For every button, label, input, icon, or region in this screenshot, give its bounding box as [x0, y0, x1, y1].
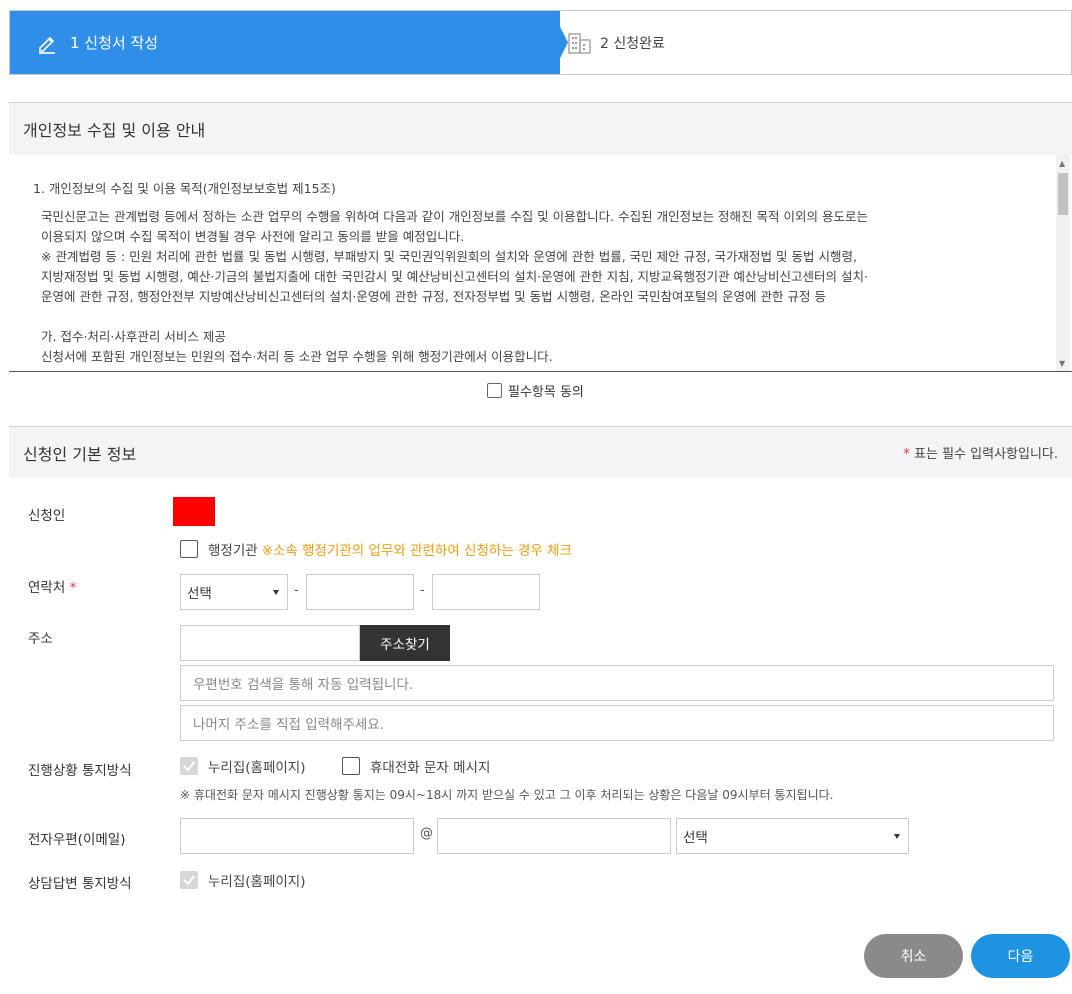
contact-dash-2: -	[420, 583, 425, 598]
privacy-text: 1. 개인정보의 수집 및 이용 목적(개인정보보호법 제15조) 국민신문고는…	[33, 179, 1053, 367]
contact-last-input[interactable]	[432, 574, 540, 610]
notify-sms-label: 휴대전화 문자 메시지	[370, 760, 491, 776]
required-note-text: 표는 필수 입력사항입니다.	[909, 447, 1058, 462]
privacy-section-header: 개인정보 수집 및 이용 안내	[9, 102, 1072, 155]
answer-notify-label: 상담답변 통지방식	[28, 876, 132, 892]
admin-note: ※소속 행정기관의 업무와 관련하여 신청하는 경우 체크	[261, 543, 572, 559]
privacy-para2-line1: ※ 관계법령 등 : 민원 처리에 관한 법률 및 동법 시행령, 부패방지 및…	[41, 249, 857, 264]
agree-required[interactable]: 필수항목 동의	[487, 381, 584, 400]
contact-middle-input[interactable]	[306, 574, 414, 610]
contact-label: 연락처 *	[28, 576, 76, 596]
contact-label-text: 연락처	[28, 580, 66, 596]
contact-select-value: 선택	[187, 586, 212, 602]
step-1-active: 1 신청서 작성	[10, 11, 560, 74]
address-main-input[interactable]: 우편번호 검색을 통해 자동 입력됩니다.	[180, 665, 1054, 701]
contact-required-star: *	[69, 580, 77, 596]
admin-label: 행정기관	[208, 543, 258, 559]
privacy-para1-line1: 국민신문고는 관계법령 등에서 정하는 소관 업무의 수행을 위하여 다음과 같…	[41, 209, 868, 224]
address-label: 주소	[28, 631, 53, 647]
agree-label: 필수항목 동의	[508, 385, 584, 400]
privacy-sub-line1: 신청서에 포함된 개인정보는 민원의 접수·처리 등 소관 업무 수행을 위해 …	[41, 349, 553, 364]
privacy-para1-line2: 이용되지 않으며 수집 목적이 변경될 경우 사전에 알리고 동의를 받을 예정…	[41, 229, 465, 244]
notify-web-label: 누리집(홈페이지)	[208, 760, 306, 776]
privacy-scroll-box[interactable]: 1. 개인정보의 수집 및 이용 목적(개인정보보호법 제15조) 국민신문고는…	[9, 155, 1072, 372]
address-detail-placeholder: 나머지 주소를 직접 입력해주세요.	[193, 717, 385, 733]
answer-web-label: 누리집(홈페이지)	[208, 874, 306, 890]
notify-web-checkbox	[180, 757, 198, 775]
chevron-down-icon	[273, 590, 279, 595]
step-1-label: 1 신청서 작성	[70, 34, 159, 52]
step-2-label: 2 신청완료	[600, 35, 665, 52]
contact-dash-1: -	[294, 583, 299, 598]
required-note: * 표는 필수 입력사항입니다.	[903, 443, 1058, 462]
check-icon	[183, 875, 195, 886]
address-detail-input[interactable]: 나머지 주소를 직접 입력해주세요.	[180, 705, 1054, 741]
pencil-icon	[39, 36, 55, 54]
building-icon	[568, 32, 591, 54]
basic-info-title: 신청인 기본 정보	[23, 444, 137, 464]
step-arrow	[540, 11, 568, 74]
admin-option[interactable]: 행정기관 ※소속 행정기관의 업무와 관련하여 신청하는 경우 체크	[180, 539, 572, 559]
privacy-heading: 1. 개인정보의 수집 및 이용 목적(개인정보보호법 제15조)	[33, 181, 336, 196]
address-search-button[interactable]: 주소찾기	[360, 625, 450, 661]
email-domain-input[interactable]	[437, 818, 671, 854]
scroll-down-icon[interactable]: ▼	[1059, 359, 1065, 368]
notify-notice: ※ 휴대전화 문자 메시지 진행상황 통지는 09시~18시 까지 받으실 수 …	[180, 788, 834, 802]
email-domain-select[interactable]: 선택	[676, 818, 909, 854]
answer-web-option: 누리집(홈페이지)	[180, 870, 305, 890]
notify-sms-option[interactable]: 휴대전화 문자 메시지	[342, 756, 490, 776]
email-label: 전자우편(이메일)	[28, 832, 126, 848]
notify-sms-checkbox[interactable]	[342, 757, 360, 775]
privacy-title: 개인정보 수집 및 이용 안내	[23, 121, 206, 140]
check-icon	[183, 761, 195, 772]
basic-info-header: 신청인 기본 정보 * 표는 필수 입력사항입니다.	[9, 426, 1072, 478]
notify-label: 진행상황 통지방식	[28, 763, 132, 779]
scroll-up-icon[interactable]: ▲	[1059, 159, 1065, 168]
zipcode-input[interactable]	[180, 625, 360, 661]
applicant-name-box	[173, 497, 215, 526]
chevron-down-icon	[894, 834, 900, 839]
privacy-scrollbar[interactable]: ▲ ▼	[1056, 155, 1070, 371]
next-button[interactable]: 다음	[971, 934, 1070, 978]
cancel-button[interactable]: 취소	[864, 934, 963, 978]
privacy-para2-line3: 운영에 관한 규정, 행정안전부 지방예산낭비신고센터의 설치·운영에 관한 규…	[41, 289, 826, 304]
notify-web-option: 누리집(홈페이지)	[180, 756, 305, 776]
step-indicator: 1 신청서 작성 2 신청완료	[9, 10, 1072, 75]
admin-checkbox[interactable]	[180, 540, 198, 558]
scroll-thumb[interactable]	[1058, 173, 1068, 215]
answer-web-checkbox	[180, 871, 198, 889]
privacy-para2-line2: 지방재정법 및 동법 시행령, 예산·기금의 불법지출에 대한 국민감시 및 예…	[41, 269, 868, 284]
agree-checkbox[interactable]	[487, 383, 502, 398]
contact-prefix-select[interactable]: 선택	[180, 574, 288, 610]
email-at: @	[420, 826, 433, 841]
step-2: 2 신청완료	[568, 11, 665, 74]
address-main-placeholder: 우편번호 검색을 통해 자동 입력됩니다.	[193, 677, 414, 693]
privacy-sub-heading: 가. 접수·처리·사후관리 서비스 제공	[41, 329, 226, 344]
applicant-label: 신청인	[28, 508, 66, 524]
email-select-value: 선택	[683, 830, 708, 846]
email-id-input[interactable]	[180, 818, 414, 854]
